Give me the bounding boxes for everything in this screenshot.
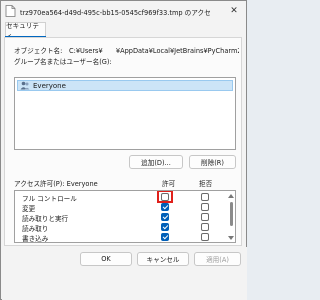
scrollbar-thumb[interactable] — [230, 202, 233, 226]
user-name: Everyone — [33, 81, 66, 90]
perm-row-full-control: フル コントロール — [15, 191, 225, 203]
deny-checkbox[interactable] — [201, 213, 209, 221]
allow-checkbox[interactable] — [161, 203, 169, 211]
ok-button[interactable]: OK — [80, 252, 132, 266]
deny-checkbox[interactable] — [201, 223, 209, 231]
perm-row-write: 書き込み — [15, 232, 225, 242]
deny-checkbox[interactable] — [201, 233, 209, 241]
tab-security[interactable]: セキュリティ — [5, 22, 46, 40]
perm-row-read: 読み取り — [15, 222, 225, 233]
allow-column-header: 許可 — [162, 180, 176, 188]
deny-checkbox[interactable] — [201, 193, 209, 201]
deny-column-header: 拒否 — [199, 180, 213, 188]
groups-label: グループ名またはユーザー名(G): — [14, 58, 112, 66]
close-button[interactable]: ✕ — [223, 2, 245, 20]
perm-row-read-execute: 読み取りと実行 — [15, 212, 225, 223]
allow-checkbox[interactable] — [161, 213, 169, 221]
scroll-down-arrow-icon[interactable] — [228, 236, 234, 240]
title-bar: trz970ea564-d49d-495c-bb15-0545cf969f33.… — [1, 1, 246, 21]
permissions-list: フル コントロール 変更 読み取りと実行 読み取り 書き込み — [14, 190, 236, 243]
file-icon — [5, 5, 16, 17]
remove-button[interactable]: 削除(R) — [189, 155, 236, 169]
cancel-button[interactable]: キャンセル — [137, 252, 189, 266]
allow-checkbox[interactable] — [161, 233, 169, 241]
apply-button[interactable]: 適用(A) — [194, 252, 241, 266]
users-list[interactable]: Everyone — [14, 77, 236, 150]
vertical-scrollbar[interactable] — [227, 192, 235, 242]
perm-name: 書き込み — [22, 235, 49, 243]
object-name-value: C:¥Users¥ ¥AppData¥Local¥JetBrains¥PyCha… — [69, 47, 239, 55]
deny-checkbox[interactable] — [201, 203, 209, 211]
scroll-up-arrow-icon[interactable] — [228, 194, 234, 198]
allow-checkbox[interactable] — [161, 223, 169, 231]
close-icon: ✕ — [230, 6, 238, 16]
perm-row-modify: 変更 — [15, 202, 225, 213]
object-name-label: オブジェクト名: — [14, 47, 63, 55]
window-title: trz970ea564-d49d-495c-bb15-0545cf969f33.… — [20, 9, 210, 17]
users-icon — [20, 81, 30, 90]
permissions-label: アクセス許可(P): Everyone — [14, 180, 98, 188]
list-item-everyone[interactable]: Everyone — [17, 80, 233, 91]
add-button[interactable]: 追加(D)... — [129, 155, 183, 169]
permissions-dialog: trz970ea564-d49d-495c-bb15-0545cf969f33.… — [0, 0, 247, 300]
